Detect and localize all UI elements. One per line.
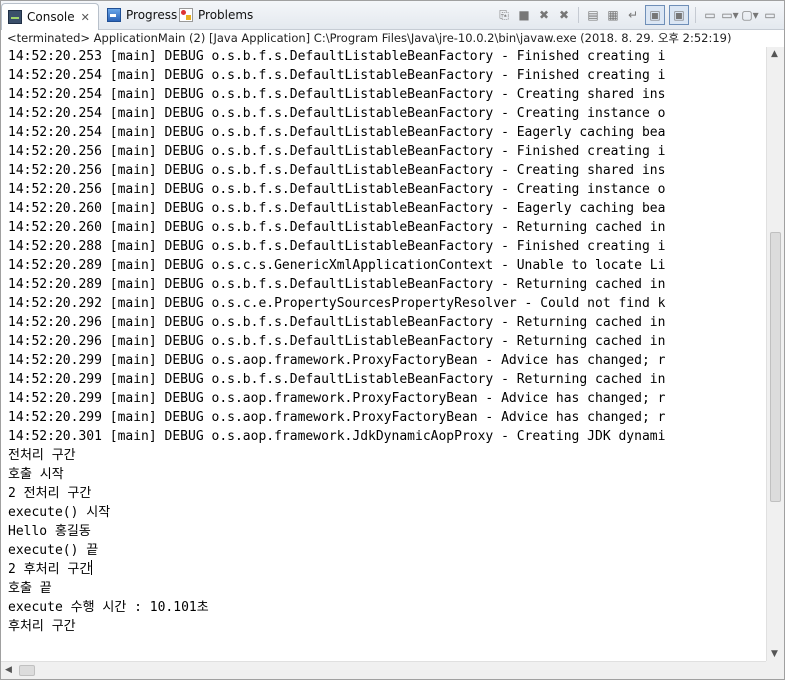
word-wrap-icon[interactable]: ↵ bbox=[625, 7, 641, 23]
display-console-icon[interactable]: ▭▾ bbox=[721, 7, 738, 23]
scrollbar-corner bbox=[766, 661, 784, 679]
toolbar-separator bbox=[578, 7, 579, 23]
console-line: 2 전처리 구간 bbox=[8, 486, 92, 501]
console-line: execute 수행 시간 : 10.101초 bbox=[8, 600, 209, 615]
copy-icon[interactable]: ⎘ bbox=[496, 7, 512, 23]
console-line: 14:52:20.256 [main] DEBUG o.s.b.f.s.Defa… bbox=[8, 182, 666, 197]
tab-console[interactable]: Console ✕ bbox=[1, 3, 99, 30]
console-line: 14:52:20.254 [main] DEBUG o.s.b.f.s.Defa… bbox=[8, 68, 666, 83]
show-on-stderr-icon[interactable]: ▣ bbox=[669, 5, 689, 25]
console-line: execute() 끝 bbox=[8, 543, 99, 558]
remove-launch-icon[interactable]: ✖ bbox=[536, 7, 552, 23]
console-line: 14:52:20.254 [main] DEBUG o.s.b.f.s.Defa… bbox=[8, 106, 666, 121]
console-line: 14:52:20.296 [main] DEBUG o.s.b.f.s.Defa… bbox=[8, 334, 666, 349]
console-line: 호출 끝 bbox=[8, 581, 52, 596]
console-icon bbox=[8, 10, 22, 24]
tab-problems[interactable]: Problems bbox=[173, 3, 253, 27]
console-line: 14:52:20.289 [main] DEBUG o.s.c.s.Generi… bbox=[8, 258, 666, 273]
launch-status: <terminated> ApplicationMain (2) [Java A… bbox=[7, 31, 732, 45]
console-line: Hello 홍길동 bbox=[8, 524, 91, 539]
console-line: 14:52:20.260 [main] DEBUG o.s.b.f.s.Defa… bbox=[8, 201, 666, 216]
clear-console-icon[interactable]: ▤ bbox=[585, 7, 601, 23]
scroll-left-icon[interactable]: ◀ bbox=[5, 665, 12, 675]
tab-progress[interactable]: Progress bbox=[101, 3, 177, 27]
remove-all-icon[interactable]: ✖ bbox=[556, 7, 572, 23]
minimize-icon[interactable]: ▭ bbox=[762, 7, 778, 23]
horizontal-scroll-thumb[interactable] bbox=[19, 665, 35, 676]
console-line: 14:52:20.292 [main] DEBUG o.s.c.e.Proper… bbox=[8, 296, 666, 311]
pin-console-icon[interactable]: ▭ bbox=[702, 7, 718, 23]
tab-console-label: Console bbox=[27, 10, 75, 24]
console-line: 14:52:20.299 [main] DEBUG o.s.aop.framew… bbox=[8, 410, 666, 425]
tab-progress-label: Progress bbox=[126, 8, 178, 22]
console-line: execute() 시작 bbox=[8, 505, 111, 520]
view-tab-bar: Console ✕ Progress Problems ⎘ ■ ✖ ✖ ▤ ▦ … bbox=[1, 1, 784, 30]
console-line: 2 후처리 구간 bbox=[8, 560, 93, 577]
open-console-icon[interactable]: ▢▾ bbox=[741, 7, 758, 23]
vertical-scrollbar[interactable]: ▲ ▼ bbox=[766, 47, 784, 661]
console-toolbar: ⎘ ■ ✖ ✖ ▤ ▦ ↵ ▣ ▣ ▭ ▭▾ ▢▾ ▭ bbox=[494, 5, 780, 25]
show-on-stdout-icon[interactable]: ▣ bbox=[645, 5, 665, 25]
progress-icon bbox=[107, 8, 121, 22]
console-line: 14:52:20.299 [main] DEBUG o.s.aop.framew… bbox=[8, 391, 666, 406]
console-line: 14:52:20.256 [main] DEBUG o.s.b.f.s.Defa… bbox=[8, 163, 666, 178]
problems-icon bbox=[179, 8, 193, 22]
console-view: Console ✕ Progress Problems ⎘ ■ ✖ ✖ ▤ ▦ … bbox=[0, 0, 785, 680]
console-line: 14:52:20.296 [main] DEBUG o.s.b.f.s.Defa… bbox=[8, 315, 666, 330]
text-caret bbox=[91, 560, 93, 575]
scroll-down-icon[interactable]: ▼ bbox=[771, 649, 778, 659]
console-line: 14:52:20.254 [main] DEBUG o.s.b.f.s.Defa… bbox=[8, 87, 666, 102]
scroll-lock-icon[interactable]: ▦ bbox=[605, 7, 621, 23]
close-icon[interactable]: ✕ bbox=[81, 11, 90, 24]
tab-problems-label: Problems bbox=[198, 8, 254, 22]
horizontal-scrollbar[interactable]: ◀ bbox=[1, 661, 766, 679]
console-line: 14:52:20.256 [main] DEBUG o.s.b.f.s.Defa… bbox=[8, 144, 666, 159]
console-line: 14:52:20.288 [main] DEBUG o.s.b.f.s.Defa… bbox=[8, 239, 666, 254]
console-line: 호출 시작 bbox=[8, 467, 64, 482]
console-line: 14:52:20.253 [main] DEBUG o.s.b.f.s.Defa… bbox=[8, 49, 666, 64]
terminate-icon[interactable]: ■ bbox=[516, 7, 532, 23]
console-line: 14:52:20.301 [main] DEBUG o.s.aop.framew… bbox=[8, 429, 666, 444]
scroll-up-icon[interactable]: ▲ bbox=[771, 49, 778, 59]
vertical-scroll-thumb[interactable] bbox=[770, 231, 781, 502]
console-line: 14:52:20.289 [main] DEBUG o.s.b.f.s.Defa… bbox=[8, 277, 666, 292]
console-line: 전처리 구간 bbox=[8, 448, 76, 463]
console-line: 14:52:20.299 [main] DEBUG o.s.aop.framew… bbox=[8, 353, 666, 368]
console-line: 14:52:20.254 [main] DEBUG o.s.b.f.s.Defa… bbox=[8, 125, 666, 140]
console-line: 14:52:20.260 [main] DEBUG o.s.b.f.s.Defa… bbox=[8, 220, 666, 235]
console-output[interactable]: 14:52:20.253 [main] DEBUG o.s.b.f.s.Defa… bbox=[1, 47, 766, 661]
toolbar-separator bbox=[695, 7, 696, 23]
console-line: 14:52:20.299 [main] DEBUG o.s.b.f.s.Defa… bbox=[8, 372, 666, 387]
console-line: 후처리 구간 bbox=[8, 619, 76, 634]
